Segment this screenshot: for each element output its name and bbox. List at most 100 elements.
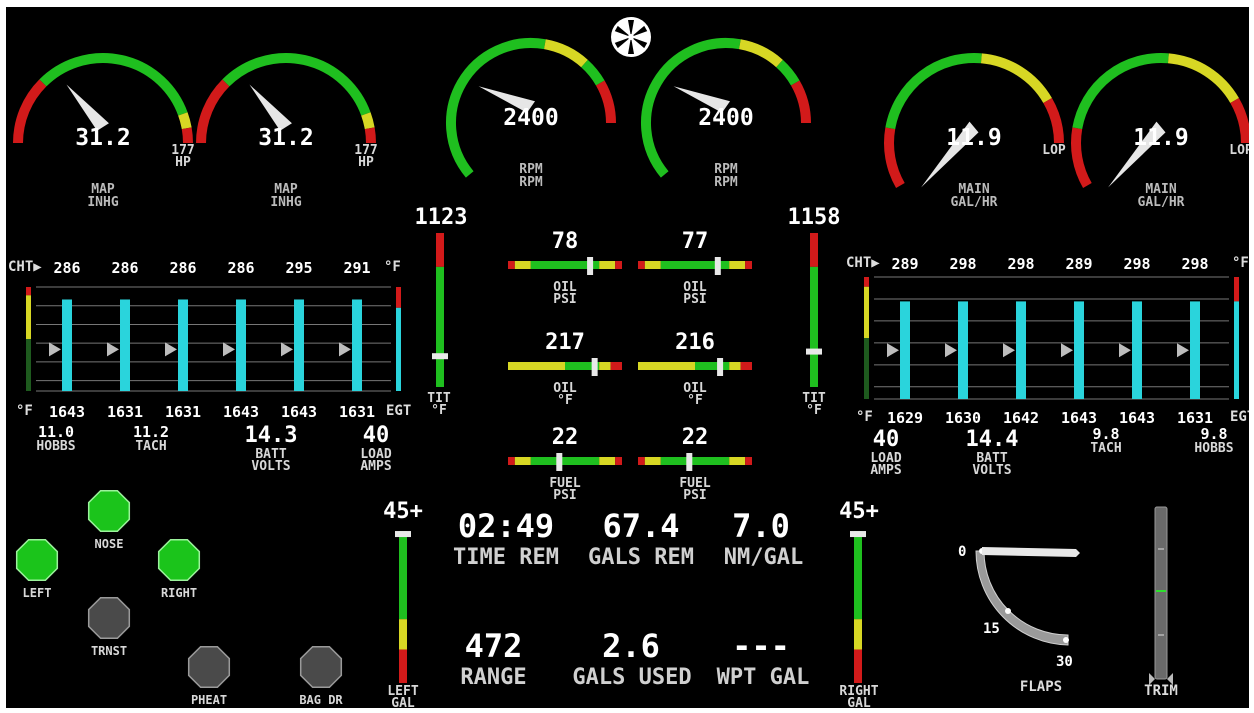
gauge-label2: RPM <box>519 175 543 190</box>
bar-segment-yellow <box>729 261 746 269</box>
right-tit-bar <box>806 233 822 387</box>
gauge-arc-green <box>581 59 605 86</box>
bar-marker <box>806 348 822 355</box>
lamp-pheat <box>187 645 231 689</box>
lamp-label: PHEAT <box>190 693 228 707</box>
center-bar-label2: °F <box>687 393 703 408</box>
bar-segment-red <box>740 362 752 370</box>
cht-pointer <box>1119 343 1131 358</box>
egt-bar <box>900 301 910 399</box>
annunciator-lamps <box>15 489 343 689</box>
gauge-sub2: HP <box>358 155 374 170</box>
center-bar-value: 216 <box>675 330 715 355</box>
gauge-arc-red <box>1043 98 1064 144</box>
egt-value: 1642 <box>1002 409 1040 427</box>
egt-bar <box>1016 301 1026 399</box>
center-bar-label2: PSI <box>683 292 707 307</box>
lamp-bag-dr <box>299 645 343 689</box>
center-bar-value: 22 <box>551 425 579 450</box>
gauge-arc-yellow <box>738 39 783 68</box>
time-rem-label: TIME REM <box>453 545 559 570</box>
time-rem-value: 02:49 <box>457 507 555 545</box>
right-batt-value: 14.4 <box>965 427 1019 452</box>
right-cht-egt-panel: CHT▶ 289 298 298 289 298 298 °F °F 1629 1630 16… <box>844 255 1249 427</box>
bar-segment-yellow <box>644 457 661 465</box>
bar-marker <box>714 257 721 275</box>
gauge-arc-green <box>885 53 982 130</box>
center-bar <box>508 453 622 471</box>
bar-segment-yellow <box>638 362 695 370</box>
bar-segment-red <box>615 261 622 269</box>
bar-segment-green <box>436 266 444 387</box>
egt-value: 1629 <box>886 409 924 427</box>
gauge-arc-green <box>1072 53 1169 130</box>
cht-scale <box>864 286 869 338</box>
bar-marker <box>587 257 594 275</box>
gauge-label2: GAL/HR <box>1137 195 1185 210</box>
right-egt-unit: °F <box>856 409 873 425</box>
center-bar <box>508 257 622 275</box>
bar-segment-yellow <box>508 362 565 370</box>
wpt-gal-label: WPT GAL <box>716 665 810 690</box>
egt-scale <box>1234 277 1239 302</box>
cht-value: 289 <box>1065 255 1093 273</box>
engine-monitor-screen: CHT▶ 286 286 286 286 295 291 °F °F 1643 1631 16… <box>6 7 1249 708</box>
cht-pointer <box>1177 343 1189 358</box>
egt-value: 1630 <box>944 409 982 427</box>
egt-bar <box>1190 301 1200 399</box>
bar-segment-yellow <box>599 261 616 269</box>
center-bar-label2: PSI <box>553 292 577 307</box>
gauge-sub: LOP <box>1042 143 1066 158</box>
right-fuel-bar <box>850 531 866 683</box>
bar-segment-yellow <box>644 261 661 269</box>
gauge-value: 31.2 <box>258 125 314 151</box>
bar-marker <box>432 353 448 360</box>
flaps-label: FLAPS <box>1019 679 1063 695</box>
flaps-mark-30: 30 <box>1056 654 1073 670</box>
gauge-arc-red <box>884 127 905 188</box>
left-tit-bar <box>432 233 448 387</box>
center-bar <box>638 358 752 376</box>
gauge-arc-yellow <box>543 39 588 68</box>
center-bar-value: 78 <box>551 229 579 254</box>
lamp-trnst <box>87 596 131 640</box>
trim-indicator <box>1149 506 1173 685</box>
gauge-value: 31.2 <box>75 125 131 151</box>
bar-segment-red <box>508 457 515 465</box>
bar-segment-green <box>810 266 818 387</box>
bar-segment-green <box>854 531 862 620</box>
lamp-label: TRNST <box>90 644 128 658</box>
bar-segment-yellow <box>729 457 746 465</box>
cht-scale <box>864 277 869 287</box>
center-bar <box>508 358 622 376</box>
egt-bar <box>1132 301 1142 399</box>
center-bar-value: 77 <box>681 229 709 254</box>
bar-segment-red <box>745 457 752 465</box>
bar-segment-red <box>745 261 752 269</box>
gauge-arc-red <box>790 80 811 124</box>
nm-gal-value: 7.0 <box>732 507 790 545</box>
gauge-arc-yellow <box>1167 53 1239 104</box>
bar-marker <box>717 358 724 376</box>
cht-pointer <box>1003 343 1015 358</box>
bar-segment-yellow <box>514 457 531 465</box>
gals-rem-label: GALS REM <box>588 545 694 570</box>
lamp-nose <box>87 489 131 533</box>
bar-segment-red <box>610 362 622 370</box>
egt-bar <box>1074 301 1084 399</box>
gauge-label2: RPM <box>714 175 738 190</box>
right-egt-label: EGT <box>1230 409 1249 425</box>
right-fuel-label2: GAL <box>847 696 871 708</box>
gals-used-value: 2.6 <box>602 627 660 665</box>
gauge-label2: INHG <box>270 195 302 210</box>
cht-value: 289 <box>891 255 919 273</box>
center-bar-label2: PSI <box>553 488 577 503</box>
gauge-value: 2400 <box>698 105 754 131</box>
bar-marker <box>686 453 693 471</box>
cht-value: 298 <box>1007 255 1035 273</box>
egt-scale <box>1234 301 1239 399</box>
left-tit-value: 1123 <box>414 205 468 230</box>
bar-segment-red <box>810 233 818 267</box>
center-bar-value: 217 <box>545 330 585 355</box>
gals-used-label: GALS USED <box>572 665 692 690</box>
